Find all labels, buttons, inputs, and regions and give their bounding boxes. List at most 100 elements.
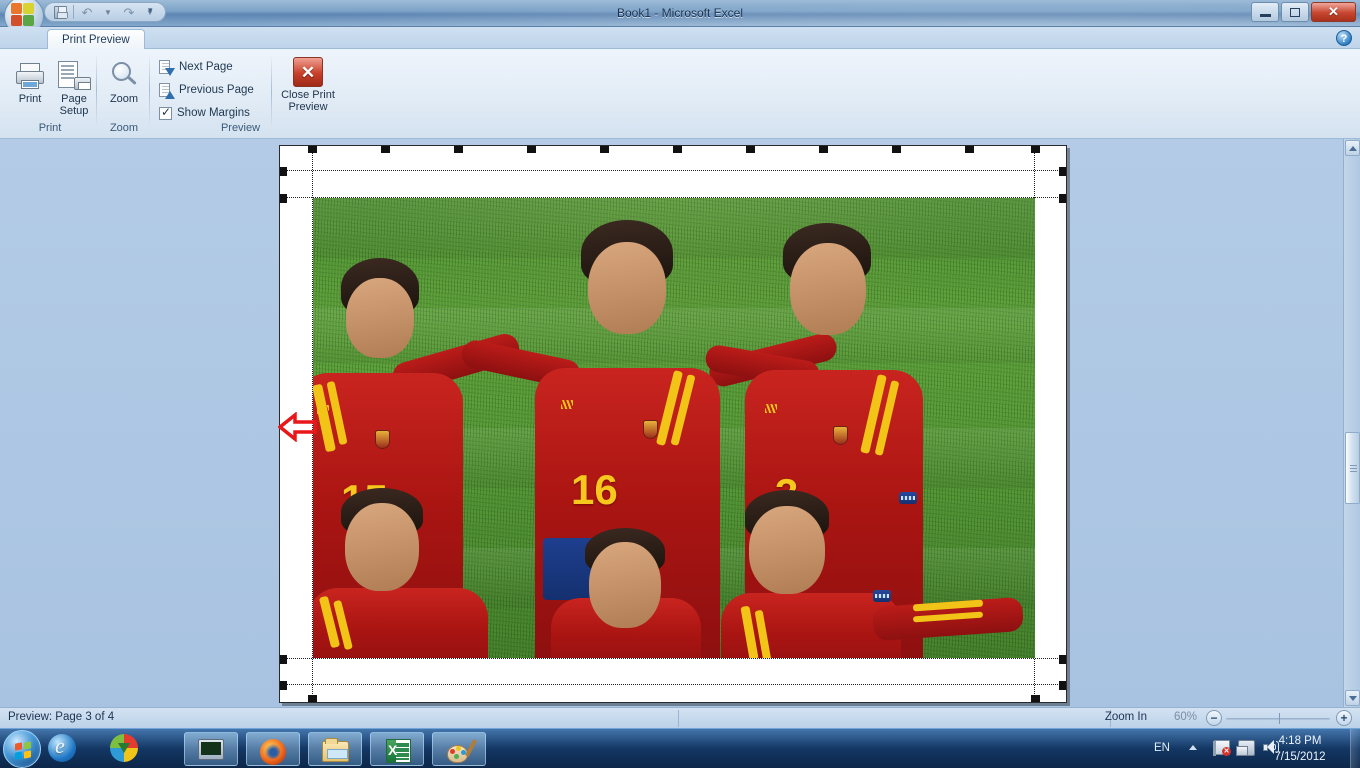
- close-button[interactable]: ✕: [1311, 2, 1356, 22]
- tab-print-preview[interactable]: Print Preview: [47, 29, 145, 50]
- column-handle[interactable]: [454, 146, 463, 153]
- start-button[interactable]: [3, 730, 41, 768]
- clock-time: 4:18 PM: [1278, 735, 1322, 747]
- zoom-slider-midpoint: [1279, 713, 1280, 724]
- qat-customize-icon[interactable]: ▾: [148, 5, 153, 16]
- system-monitor-icon: [198, 739, 226, 761]
- taskbar-item-firefox[interactable]: [246, 732, 300, 766]
- zoom-in-label[interactable]: Zoom In: [1105, 711, 1147, 723]
- taskbar-item-system-monitor[interactable]: [184, 732, 238, 766]
- excel-icon: [386, 739, 414, 763]
- red-left-arrow-annotation: [277, 411, 318, 443]
- margin-line-footer: [280, 684, 1066, 685]
- column-handle[interactable]: [600, 146, 609, 153]
- minimize-button[interactable]: [1251, 2, 1279, 22]
- scroll-down-button[interactable]: [1345, 690, 1360, 706]
- clock[interactable]: 4:18 PM 7/15/2012: [1262, 733, 1338, 765]
- page-setup-button[interactable]: Page Setup: [48, 59, 100, 117]
- zoom-in-button[interactable]: +: [1336, 710, 1352, 726]
- previous-page-icon: [159, 82, 175, 99]
- ribbon-tab-strip: Print Preview ?: [0, 27, 1360, 50]
- ribbon-group-zoom: Zoom Zoom: [100, 51, 148, 136]
- captain-armband: [873, 590, 891, 602]
- action-center-flag-icon[interactable]: ✕: [1213, 740, 1232, 757]
- column-handle[interactable]: [381, 146, 390, 153]
- margin-line-bottom: [280, 658, 1066, 659]
- ribbon: Print Page Setup Print Zoom Zoom Next Pa…: [0, 49, 1360, 139]
- save-icon[interactable]: [51, 4, 69, 20]
- network-icon[interactable]: [1236, 740, 1256, 757]
- taskbar: EN ✕ 4:18 PM 7/15/2012: [0, 728, 1360, 768]
- status-bar: Preview: Page 3 of 4 Zoom In 60% − +: [0, 707, 1360, 728]
- file-explorer-icon: [322, 738, 350, 763]
- taskbar-item-file-explorer[interactable]: [308, 732, 362, 766]
- office-logo-icon: [11, 3, 37, 29]
- next-page-icon: [159, 59, 175, 76]
- show-margins-checkbox[interactable]: Show Margins: [159, 103, 250, 123]
- checkbox-icon[interactable]: [159, 105, 172, 120]
- column-handle[interactable]: [892, 146, 901, 153]
- margin-handle-header-right[interactable]: [1059, 167, 1066, 176]
- taskbar-item-excel[interactable]: [370, 732, 424, 766]
- column-handle[interactable]: [308, 146, 317, 153]
- zoom-slider-track[interactable]: [1226, 718, 1330, 721]
- column-handle[interactable]: [965, 146, 974, 153]
- preview-page[interactable]: 15 16: [279, 145, 1067, 703]
- zoom-percentage[interactable]: 60%: [1174, 711, 1197, 723]
- window-title: Book1 - Microsoft Excel: [616, 6, 744, 20]
- page-setup-label-line1: Page: [61, 93, 87, 105]
- help-icon[interactable]: ?: [1336, 30, 1352, 46]
- vertical-scrollbar[interactable]: [1343, 139, 1360, 707]
- spain-team-photo[interactable]: 15 16: [313, 198, 1035, 658]
- margin-handle-top-left[interactable]: [280, 194, 287, 203]
- page-setup-icon: [57, 61, 91, 91]
- title-bar: Book1 - Microsoft Excel ↶ ▼ ↷ ▼ ▾ ✕: [0, 0, 1360, 27]
- undo-dropdown-icon[interactable]: ▼: [99, 4, 117, 20]
- show-desktop-button[interactable]: [1350, 729, 1360, 768]
- margin-handle-header-left[interactable]: [280, 167, 287, 176]
- column-handle[interactable]: [1031, 146, 1040, 153]
- column-handle[interactable]: [308, 695, 317, 702]
- internet-explorer-icon[interactable]: [48, 733, 78, 764]
- close-print-preview-button[interactable]: ✕ Close Print Preview: [275, 57, 341, 113]
- margin-handle-footer-right[interactable]: [1059, 681, 1066, 690]
- printer-icon: [14, 61, 46, 91]
- column-handle[interactable]: [819, 146, 828, 153]
- firefox-icon: [260, 739, 288, 765]
- redo-icon[interactable]: ↷: [120, 4, 138, 20]
- zoom-out-button[interactable]: −: [1206, 710, 1222, 726]
- close-x-icon: ✕: [293, 57, 323, 87]
- margin-handle-footer-left[interactable]: [280, 681, 287, 690]
- column-handle[interactable]: [746, 146, 755, 153]
- column-handle[interactable]: [527, 146, 536, 153]
- qat-divider: [73, 5, 74, 19]
- show-hidden-icons-button[interactable]: [1189, 745, 1197, 750]
- previous-page-button[interactable]: Previous Page: [159, 80, 254, 100]
- ribbon-group-preview: Next Page Previous Page Show Margins ✕ C…: [153, 51, 335, 136]
- margin-line-header: [280, 170, 1066, 171]
- margin-handle-bottom-right[interactable]: [1059, 655, 1066, 664]
- taskbar-item-paint[interactable]: [432, 732, 486, 766]
- ribbon-group-print: Print Page Setup Print: [4, 51, 96, 136]
- margin-handle-top-right[interactable]: [1059, 194, 1066, 203]
- undo-icon[interactable]: ↶: [78, 4, 96, 20]
- previous-page-label: Previous Page: [179, 84, 254, 96]
- internet-download-manager-icon[interactable]: [110, 734, 140, 764]
- paint-icon: [447, 739, 477, 763]
- red-left-arrow-icon: [277, 411, 317, 443]
- language-indicator[interactable]: EN: [1154, 742, 1170, 754]
- zoom-button-label: Zoom: [109, 93, 139, 105]
- scroll-up-button[interactable]: [1345, 140, 1360, 156]
- margin-handle-bottom-left[interactable]: [280, 655, 287, 664]
- next-page-button[interactable]: Next Page: [159, 57, 233, 77]
- clock-date: 7/15/2012: [1274, 751, 1326, 763]
- group-label-zoom: Zoom: [109, 122, 139, 134]
- restore-button[interactable]: [1281, 2, 1309, 22]
- column-handle[interactable]: [1031, 695, 1040, 702]
- magnifier-icon: [108, 61, 140, 91]
- player-number: 16: [571, 466, 618, 513]
- column-handle[interactable]: [673, 146, 682, 153]
- preview-workspace[interactable]: 15 16: [0, 139, 1360, 707]
- zoom-button[interactable]: Zoom: [98, 59, 150, 105]
- scrollbar-thumb[interactable]: [1345, 432, 1360, 504]
